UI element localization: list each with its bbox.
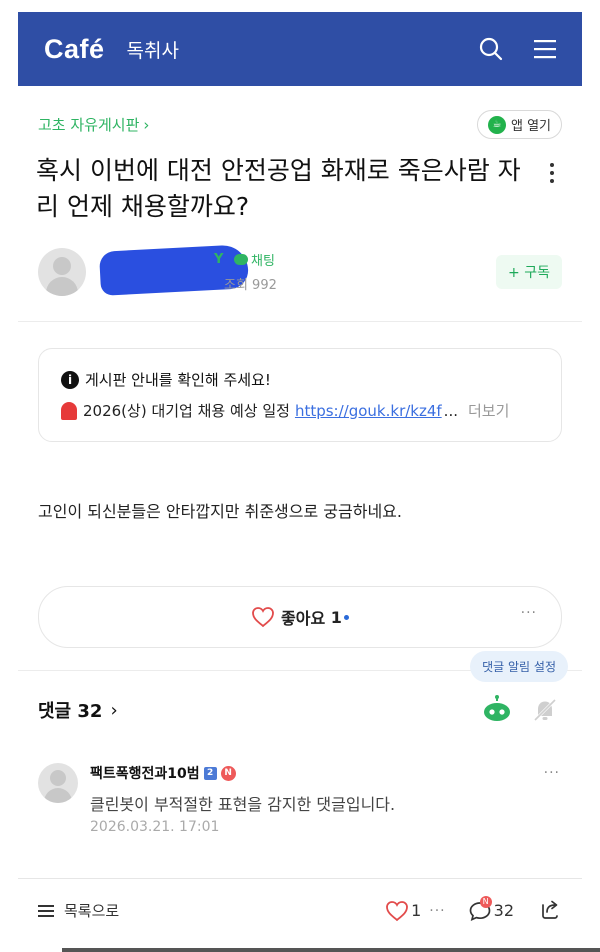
new-badge: N (220, 765, 236, 781)
board-name: 고초 자유게시판 (38, 116, 140, 134)
bottom-comment-button[interactable]: N 32 (468, 895, 514, 922)
like-label: 좋아요 (281, 609, 326, 628)
chevron-right-icon: › (143, 116, 150, 134)
search-icon[interactable] (474, 32, 508, 66)
comment-notification-tooltip[interactable]: 댓글 알림 설정 (470, 651, 568, 682)
chat-link[interactable]: 채팅 (234, 250, 275, 269)
author-row: Y 채팅 조회 992 + 구독 (18, 244, 582, 299)
chat-bubble-icon (234, 254, 248, 265)
subscribe-button[interactable]: + 구독 (496, 255, 562, 289)
cafe-post-page: Café 독취사 고초 자유게시판 › ☕ 앱 열기 혹시 이번에 대전 안전공업… (18, 12, 582, 952)
more-options-icon[interactable] (540, 153, 564, 225)
like-button[interactable]: 좋아요 1 (251, 605, 349, 629)
chat-label: 채팅 (251, 254, 275, 269)
menu-icon[interactable] (528, 32, 562, 66)
top-header: Café 독취사 (18, 12, 582, 86)
bottom-action-bar: 목록으로 1 ··· N 32 (18, 878, 582, 942)
home-indicator (62, 948, 600, 952)
comments-header: 댓글 알림 설정 댓글 32 › (18, 651, 582, 751)
level-badge: 2 (203, 766, 217, 780)
open-app-label: 앱 열기 (510, 119, 551, 134)
heart-icon (386, 900, 408, 921)
share-icon[interactable] (538, 897, 562, 925)
more-link[interactable]: 더보기 (468, 400, 509, 421)
list-label: 목록으로 (64, 902, 120, 920)
open-app-button[interactable]: ☕ 앱 열기 (476, 110, 562, 139)
like-box: 좋아요 1 ··· (38, 586, 562, 648)
comment-more-icon[interactable]: ··· (544, 765, 560, 781)
cafe-logo[interactable]: Café (44, 34, 105, 65)
notification-off-icon[interactable] (532, 697, 558, 727)
comment-text: 클린봇이 부적절한 표현을 감지한 댓글입니다. (90, 795, 396, 814)
info-icon: i (61, 370, 79, 389)
like-count: 1 (330, 607, 342, 627)
view-count: 조회 992 (224, 278, 277, 293)
cafe-name[interactable]: 독취사 (127, 36, 179, 63)
post-body: 고인이 되신분들은 안타깝지만 취준생으로 궁금하네요. (38, 502, 402, 521)
comment-new-badge: N (479, 895, 492, 908)
back-to-list-button[interactable]: 목록으로 (38, 900, 119, 921)
notice-title: 게시판 안내를 확인해 주세요! (85, 371, 271, 389)
notice-text: 2026(상) 대기업 채용 예상 일정 (83, 402, 290, 420)
comment-date: 2026.03.21. 17:01 (90, 819, 220, 835)
list-icon (38, 904, 54, 917)
divider (18, 321, 582, 322)
author-avatar[interactable] (38, 248, 86, 296)
board-notice[interactable]: i 게시판 안내를 확인해 주세요! 2026(상) 대기업 채용 예상 일정 … (38, 348, 562, 442)
cleanbot-icon[interactable] (482, 695, 512, 727)
bottom-comment-count: 32 (493, 901, 514, 920)
comments-count-label: 댓글 32 (38, 701, 103, 722)
bottom-like-count: 1 (411, 901, 422, 920)
notice-ellipsis: ... (443, 401, 458, 420)
post-title: 혹시 이번에 대전 안전공업 화재로 죽은사람 자리 언제 채용할까요? (36, 156, 521, 221)
heart-icon (252, 607, 274, 628)
chevron-right-icon: › (110, 699, 118, 721)
commenter-name-text: 팩트폭행전과10범 (90, 766, 200, 782)
board-link[interactable]: 고초 자유게시판 › (38, 114, 149, 135)
comments-title[interactable]: 댓글 32 › (38, 697, 118, 723)
bottom-like-button[interactable]: 1 ··· (385, 900, 446, 922)
commenter-avatar[interactable] (38, 763, 78, 803)
like-more-icon[interactable]: ··· (521, 605, 537, 621)
comment-item: 팩트폭행전과10범 2 N 클린봇이 부적절한 표현을 감지한 댓글입니다. 2… (18, 759, 582, 859)
siren-icon (61, 401, 77, 420)
sprout-level-icon: Y (214, 252, 224, 267)
like-more-dots: ··· (429, 902, 446, 919)
notice-link[interactable]: https://gouk.kr/kz4f (295, 402, 442, 420)
commenter-name[interactable]: 팩트폭행전과10범 2 N (90, 763, 236, 783)
coffee-cup-icon: ☕ (487, 115, 506, 134)
